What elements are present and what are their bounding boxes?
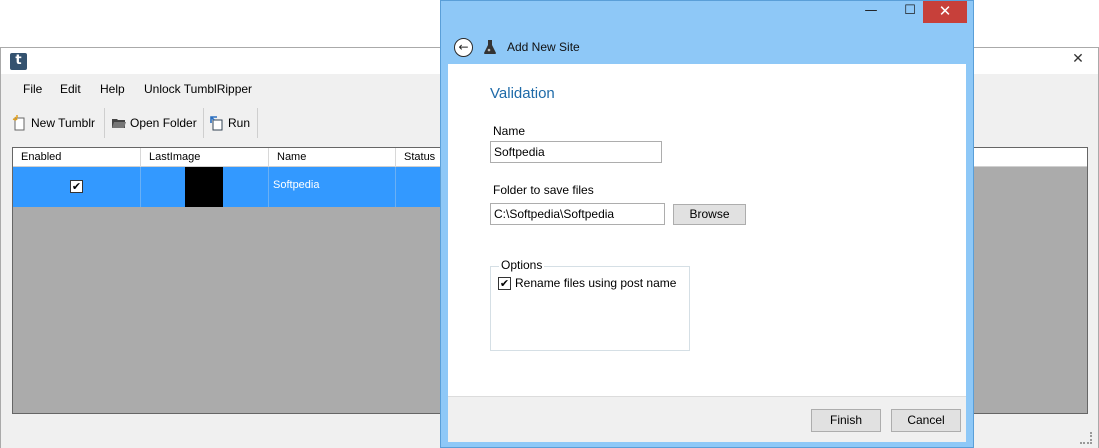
status-cell [396,167,443,207]
column-enabled[interactable]: Enabled [13,148,141,167]
name-input[interactable]: Softpedia [490,141,662,163]
resize-grip[interactable] [1080,432,1092,444]
cancel-button[interactable]: Cancel [891,409,961,432]
name-label: Name [493,124,526,138]
menu-unlock[interactable]: Unlock TumblRipper [144,82,252,96]
finish-button[interactable]: Finish [811,409,881,432]
new-tumblr-label: New Tumblr [31,116,96,130]
run-icon [210,116,223,131]
main-close-button[interactable]: ✕ [1058,48,1098,70]
folder-label: Folder to save files [493,183,594,197]
menu-help[interactable]: Help [100,82,125,96]
open-folder-button[interactable]: Open Folder [111,112,197,134]
dialog-footer: Finish Cancel [448,396,966,442]
back-arrow-icon[interactable]: ← [454,38,473,57]
folder-icon [112,119,126,128]
dialog-minimize-button[interactable]: — [858,1,884,23]
toolbar-separator [257,108,258,138]
new-document-icon [12,115,25,131]
menu-file[interactable]: File [23,82,42,96]
open-folder-label: Open Folder [130,116,197,130]
rename-label: Rename files using post name [515,276,677,290]
options-label: Options [499,258,545,272]
enabled-cell: ✔ [13,167,141,207]
wizard-icon [484,40,496,54]
dialog-close-button[interactable]: ✕ [923,1,967,23]
toolbar-separator [104,108,105,138]
browse-button[interactable]: Browse [673,204,746,225]
table-row[interactable]: ✔ Softpedia [13,167,443,207]
column-lastimage[interactable]: LastImage [141,148,269,167]
dialog-title: Add New Site [507,40,580,54]
column-name[interactable]: Name [269,148,396,167]
folder-input[interactable]: C:\Softpedia\Softpedia [490,203,665,225]
dialog-content: Validation Name Softpedia Folder to save… [448,64,966,396]
tumblr-app-icon: t [10,53,27,70]
toolbar-separator [203,108,204,138]
menu-edit[interactable]: Edit [60,82,81,96]
rename-checkbox[interactable]: ✔ [498,277,511,290]
dialog-maximize-button[interactable]: ☐ [897,1,923,23]
site-name: Softpedia [273,179,320,191]
enabled-checkbox[interactable]: ✔ [70,180,83,193]
run-button[interactable]: Run [209,112,250,134]
options-group: Options ✔ Rename files using post name [490,258,690,351]
add-site-dialog: — ☐ ✕ ← Add New Site Validation Name Sof… [440,0,974,448]
lastimage-cell [141,167,269,207]
name-cell: Softpedia [269,167,396,207]
run-label: Run [228,116,251,130]
new-tumblr-button[interactable]: New Tumblr [12,112,95,134]
page-title: Validation [490,85,555,102]
last-image-thumbnail [185,167,223,207]
